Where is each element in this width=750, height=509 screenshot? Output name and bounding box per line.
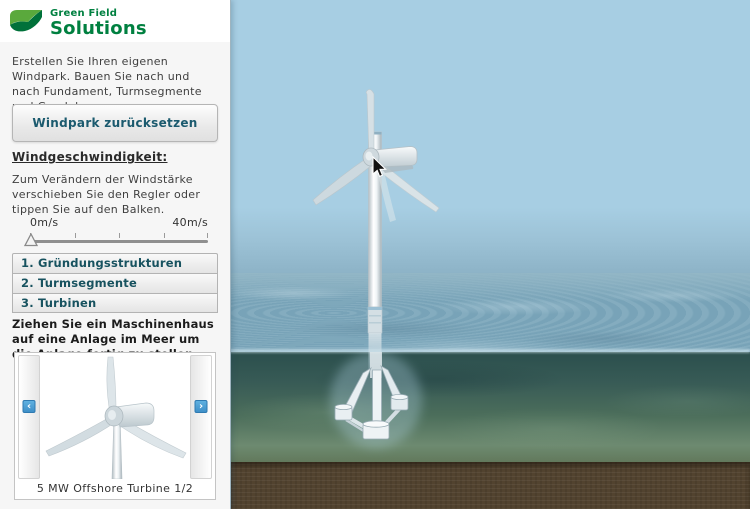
tripod-foundation[interactable]: [330, 352, 422, 448]
wind-slider-handle[interactable]: [23, 232, 39, 251]
logo-line-1: Green Field: [50, 9, 147, 19]
wind-slider-track[interactable]: [30, 240, 208, 243]
logo: Green Field Solutions: [8, 7, 147, 39]
wind-turbine-installation[interactable]: [230, 0, 750, 509]
turbine-carousel: ‹: [14, 352, 216, 500]
reset-windpark-button[interactable]: Windpark zurücksetzen: [12, 104, 218, 142]
logo-line-2: Solutions: [50, 20, 147, 38]
build-steps-accordion: 1. Gründungsstrukturen 2. Turmsegmente 3…: [12, 253, 218, 313]
slider-tick: [207, 233, 208, 238]
wind-slider-labels: 0m/s 40m/s: [30, 216, 208, 229]
slider-tick: [119, 233, 120, 238]
turbine-thumbnail-image: [42, 355, 190, 479]
slider-tick: [75, 233, 76, 238]
logo-text: Green Field Solutions: [50, 9, 147, 38]
wind-speed-description: Zum Verändern der Windstärke verschieben…: [12, 172, 220, 217]
accordion-item-turbinen[interactable]: 3. Turbinen: [12, 293, 218, 313]
sidebar: Green Field Solutions Erstellen Sie Ihre…: [0, 0, 231, 509]
wind-slider-ticks: [30, 233, 208, 238]
wind-speed-heading: Windgeschwindigkeit:: [12, 150, 168, 164]
green-field-solutions-logo-icon: [8, 7, 44, 39]
accordion-item-gruendungsstrukturen[interactable]: 1. Gründungsstrukturen: [12, 253, 218, 273]
slider-tick: [164, 233, 165, 238]
wind-slider-max-label: 40m/s: [172, 216, 208, 229]
windpark-app: Green Field Solutions Erstellen Sie Ihre…: [0, 0, 750, 509]
carousel-left-strip[interactable]: ‹: [18, 355, 40, 479]
accordion-item-turmsegmente[interactable]: 2. Turmsegmente: [12, 273, 218, 293]
carousel-prev-button[interactable]: ‹: [23, 400, 36, 413]
carousel-caption: 5 MW Offshore Turbine 1/2: [15, 482, 215, 495]
turbine-thumbnail[interactable]: [42, 355, 190, 479]
wind-slider-min-label: 0m/s: [30, 216, 58, 229]
carousel-right-strip[interactable]: ›: [190, 355, 212, 479]
carousel-next-button[interactable]: ›: [195, 400, 208, 413]
sea-scene-drop-area[interactable]: [230, 0, 750, 509]
